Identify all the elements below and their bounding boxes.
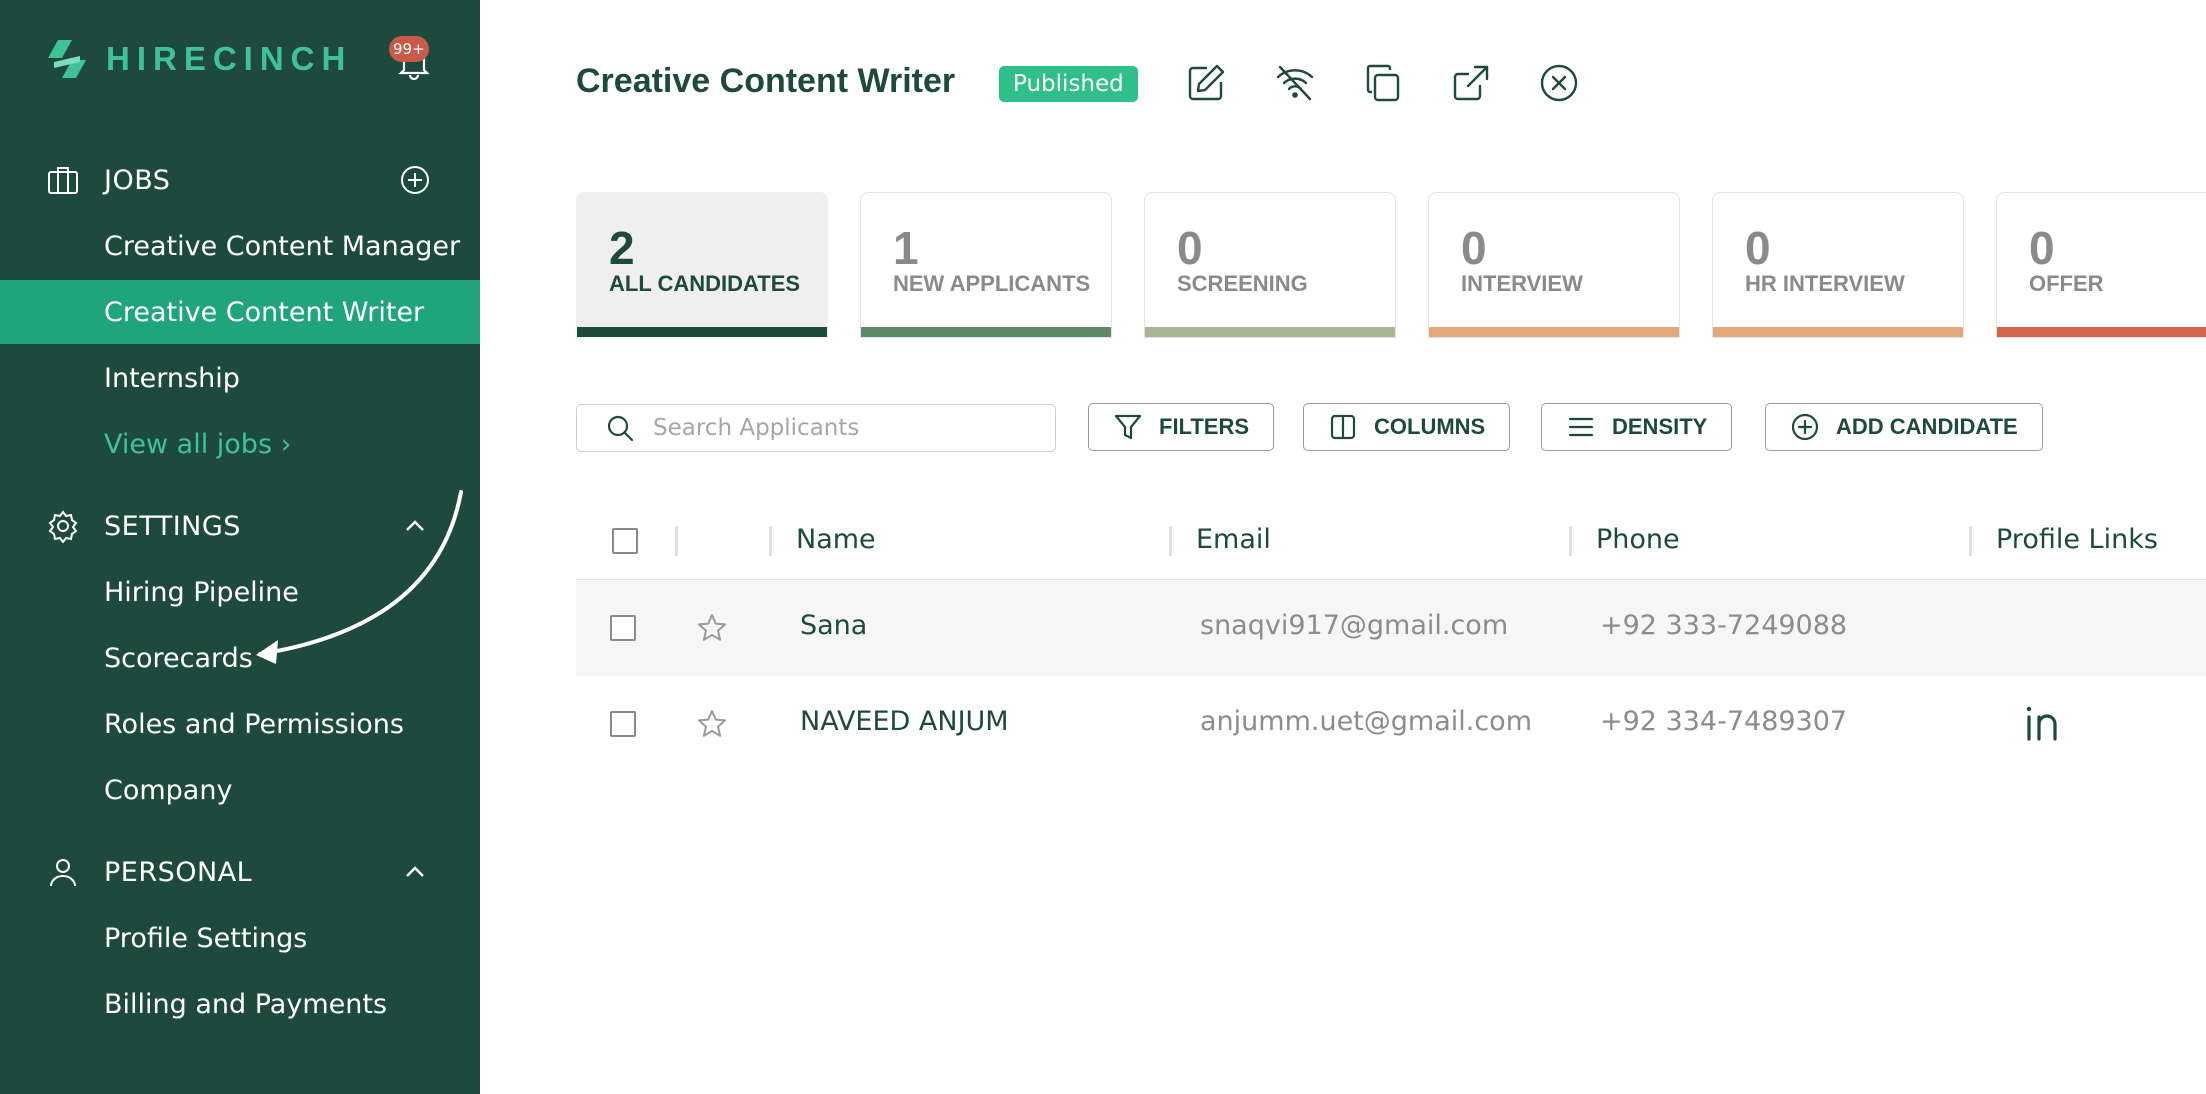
sidebar-item-profile-settings[interactable]: Profile Settings (0, 906, 480, 970)
density-label: DENSITY (1612, 414, 1708, 439)
columns-label: COLUMNS (1374, 414, 1486, 439)
stage-label: NEW APPLICANTS (893, 271, 1091, 296)
brand-logo[interactable]: HIRECINCH (44, 36, 352, 82)
column-separator[interactable] (1169, 526, 1172, 556)
stage-card-new-applicants[interactable]: 1 NEW APPLICANTS (860, 192, 1112, 338)
stage-color-bar (1145, 327, 1395, 337)
stage-card-all-candidates[interactable]: 2 ALL CANDIDATES (576, 192, 828, 338)
page-title: Creative Content Writer (576, 62, 956, 100)
stage-card-hr-interview[interactable]: 0 HR INTERVIEW (1712, 192, 1964, 338)
chevron-up-icon[interactable] (398, 855, 432, 889)
view-all-jobs-link[interactable]: View all jobs › (0, 412, 480, 476)
chevron-up-icon[interactable] (398, 509, 432, 543)
stage-color-bar (1997, 327, 2206, 337)
open-external-icon[interactable] (1450, 62, 1492, 104)
sidebar-item-creative-content-manager[interactable]: Creative Content Manager (0, 214, 480, 278)
column-separator[interactable] (1969, 526, 1972, 556)
stage-card-screening[interactable]: 0 SCREENING (1144, 192, 1396, 338)
table-header: Name Email Phone Profile Links (576, 508, 2206, 580)
add-circle-icon (1791, 413, 1819, 441)
status-badge: Published (999, 66, 1138, 102)
filter-icon (1114, 414, 1142, 440)
sidebar-section-label: SETTINGS (104, 510, 241, 542)
sidebar-section-personal[interactable]: PERSONAL (0, 842, 480, 902)
row-checkbox[interactable] (610, 711, 636, 737)
sidebar-item-hiring-pipeline[interactable]: Hiring Pipeline (0, 560, 480, 624)
sidebar-section-label: JOBS (104, 164, 171, 196)
stage-count: 1 (893, 222, 919, 274)
stage-card-interview[interactable]: 0 INTERVIEW (1428, 192, 1680, 338)
edit-icon[interactable] (1185, 62, 1227, 104)
stage-count: 0 (1745, 222, 1771, 274)
sidebar-item-internship[interactable]: Internship (0, 346, 480, 410)
stage-label: HR INTERVIEW (1745, 271, 1905, 296)
column-header-email[interactable]: Email (1196, 524, 1271, 555)
star-icon[interactable] (696, 708, 728, 740)
stage-count: 0 (1461, 222, 1487, 274)
sidebar-item-billing-and-payments[interactable]: Billing and Payments (0, 972, 480, 1036)
stage-color-bar (1429, 327, 1679, 337)
columns-button[interactable]: COLUMNS (1303, 403, 1511, 451)
density-button[interactable]: DENSITY (1541, 403, 1733, 451)
hirecinch-logo-icon (48, 40, 86, 78)
stage-color-bar (1713, 327, 1963, 337)
table-row[interactable]: Sana snaqvi917@gmail.com +92 333-7249088 (576, 580, 2206, 676)
column-separator[interactable] (1569, 526, 1572, 556)
column-header-profile-links[interactable]: Profile Links (1996, 524, 2158, 555)
sidebar-section-label: PERSONAL (104, 856, 253, 888)
user-icon (50, 859, 76, 887)
sidebar-item-roles-and-permissions[interactable]: Roles and Permissions (0, 692, 480, 756)
add-candidate-button[interactable]: ADD CANDIDATE (1765, 403, 2043, 451)
notification-count-badge: 99+ (389, 36, 429, 62)
stage-color-bar (861, 327, 1111, 337)
sidebar-item-scorecards[interactable]: Scorecards (0, 626, 480, 690)
add-candidate-label: ADD CANDIDATE (1836, 414, 2018, 439)
stage-count: 0 (1177, 222, 1203, 274)
sidebar-item-creative-content-writer[interactable]: Creative Content Writer (0, 280, 480, 344)
column-header-phone[interactable]: Phone (1596, 524, 1680, 555)
stage-label: OFFER (2029, 271, 2104, 296)
linkedin-icon[interactable] (2022, 702, 2064, 744)
wifi-off-icon[interactable] (1274, 62, 1316, 104)
search-icon (607, 415, 634, 442)
candidate-email: snaqvi917@gmail.com (1200, 610, 1509, 641)
stage-label: INTERVIEW (1461, 271, 1583, 296)
column-separator[interactable] (675, 526, 678, 556)
candidate-phone: +92 333-7249088 (1600, 610, 1848, 641)
briefcase-icon (48, 167, 78, 194)
candidate-email: anjumm.uet@gmail.com (1200, 706, 1533, 737)
filters-label: FILTERS (1159, 414, 1250, 439)
candidate-name[interactable]: NAVEED ANJUM (800, 706, 1009, 737)
close-circle-icon[interactable] (1538, 62, 1580, 104)
search-input[interactable] (653, 415, 1033, 441)
row-checkbox[interactable] (610, 615, 636, 641)
stage-count: 2 (609, 222, 635, 274)
star-icon[interactable] (696, 612, 728, 644)
table-row[interactable]: NAVEED ANJUM anjumm.uet@gmail.com +92 33… (576, 676, 2206, 772)
candidate-phone: +92 334-7489307 (1600, 706, 1848, 737)
stage-card-offer[interactable]: 0 OFFER (1996, 192, 2206, 338)
column-separator[interactable] (769, 526, 772, 556)
density-icon (1568, 417, 1594, 437)
sidebar-item-company[interactable]: Company (0, 758, 480, 822)
columns-icon (1330, 414, 1356, 440)
sidebar-section-settings[interactable]: SETTINGS (0, 496, 480, 556)
add-job-icon[interactable] (398, 163, 432, 197)
stage-color-bar (577, 327, 827, 337)
search-applicants[interactable] (576, 404, 1056, 452)
stage-label: ALL CANDIDATES (609, 271, 801, 296)
sidebar-section-jobs[interactable]: JOBS (0, 150, 480, 210)
stage-label: SCREENING (1177, 271, 1308, 296)
sidebar: HIRECINCH 99+ JOBS Creative Content Mana… (0, 0, 480, 1094)
filters-button[interactable]: FILTERS (1088, 403, 1275, 451)
gear-icon (48, 510, 78, 543)
candidate-name[interactable]: Sana (800, 610, 867, 641)
stage-count: 0 (2029, 222, 2055, 274)
select-all-checkbox[interactable] (612, 528, 638, 554)
duplicate-icon[interactable] (1362, 62, 1404, 104)
column-header-name[interactable]: Name (796, 524, 876, 555)
brand-name: HIRECINCH (106, 40, 353, 77)
